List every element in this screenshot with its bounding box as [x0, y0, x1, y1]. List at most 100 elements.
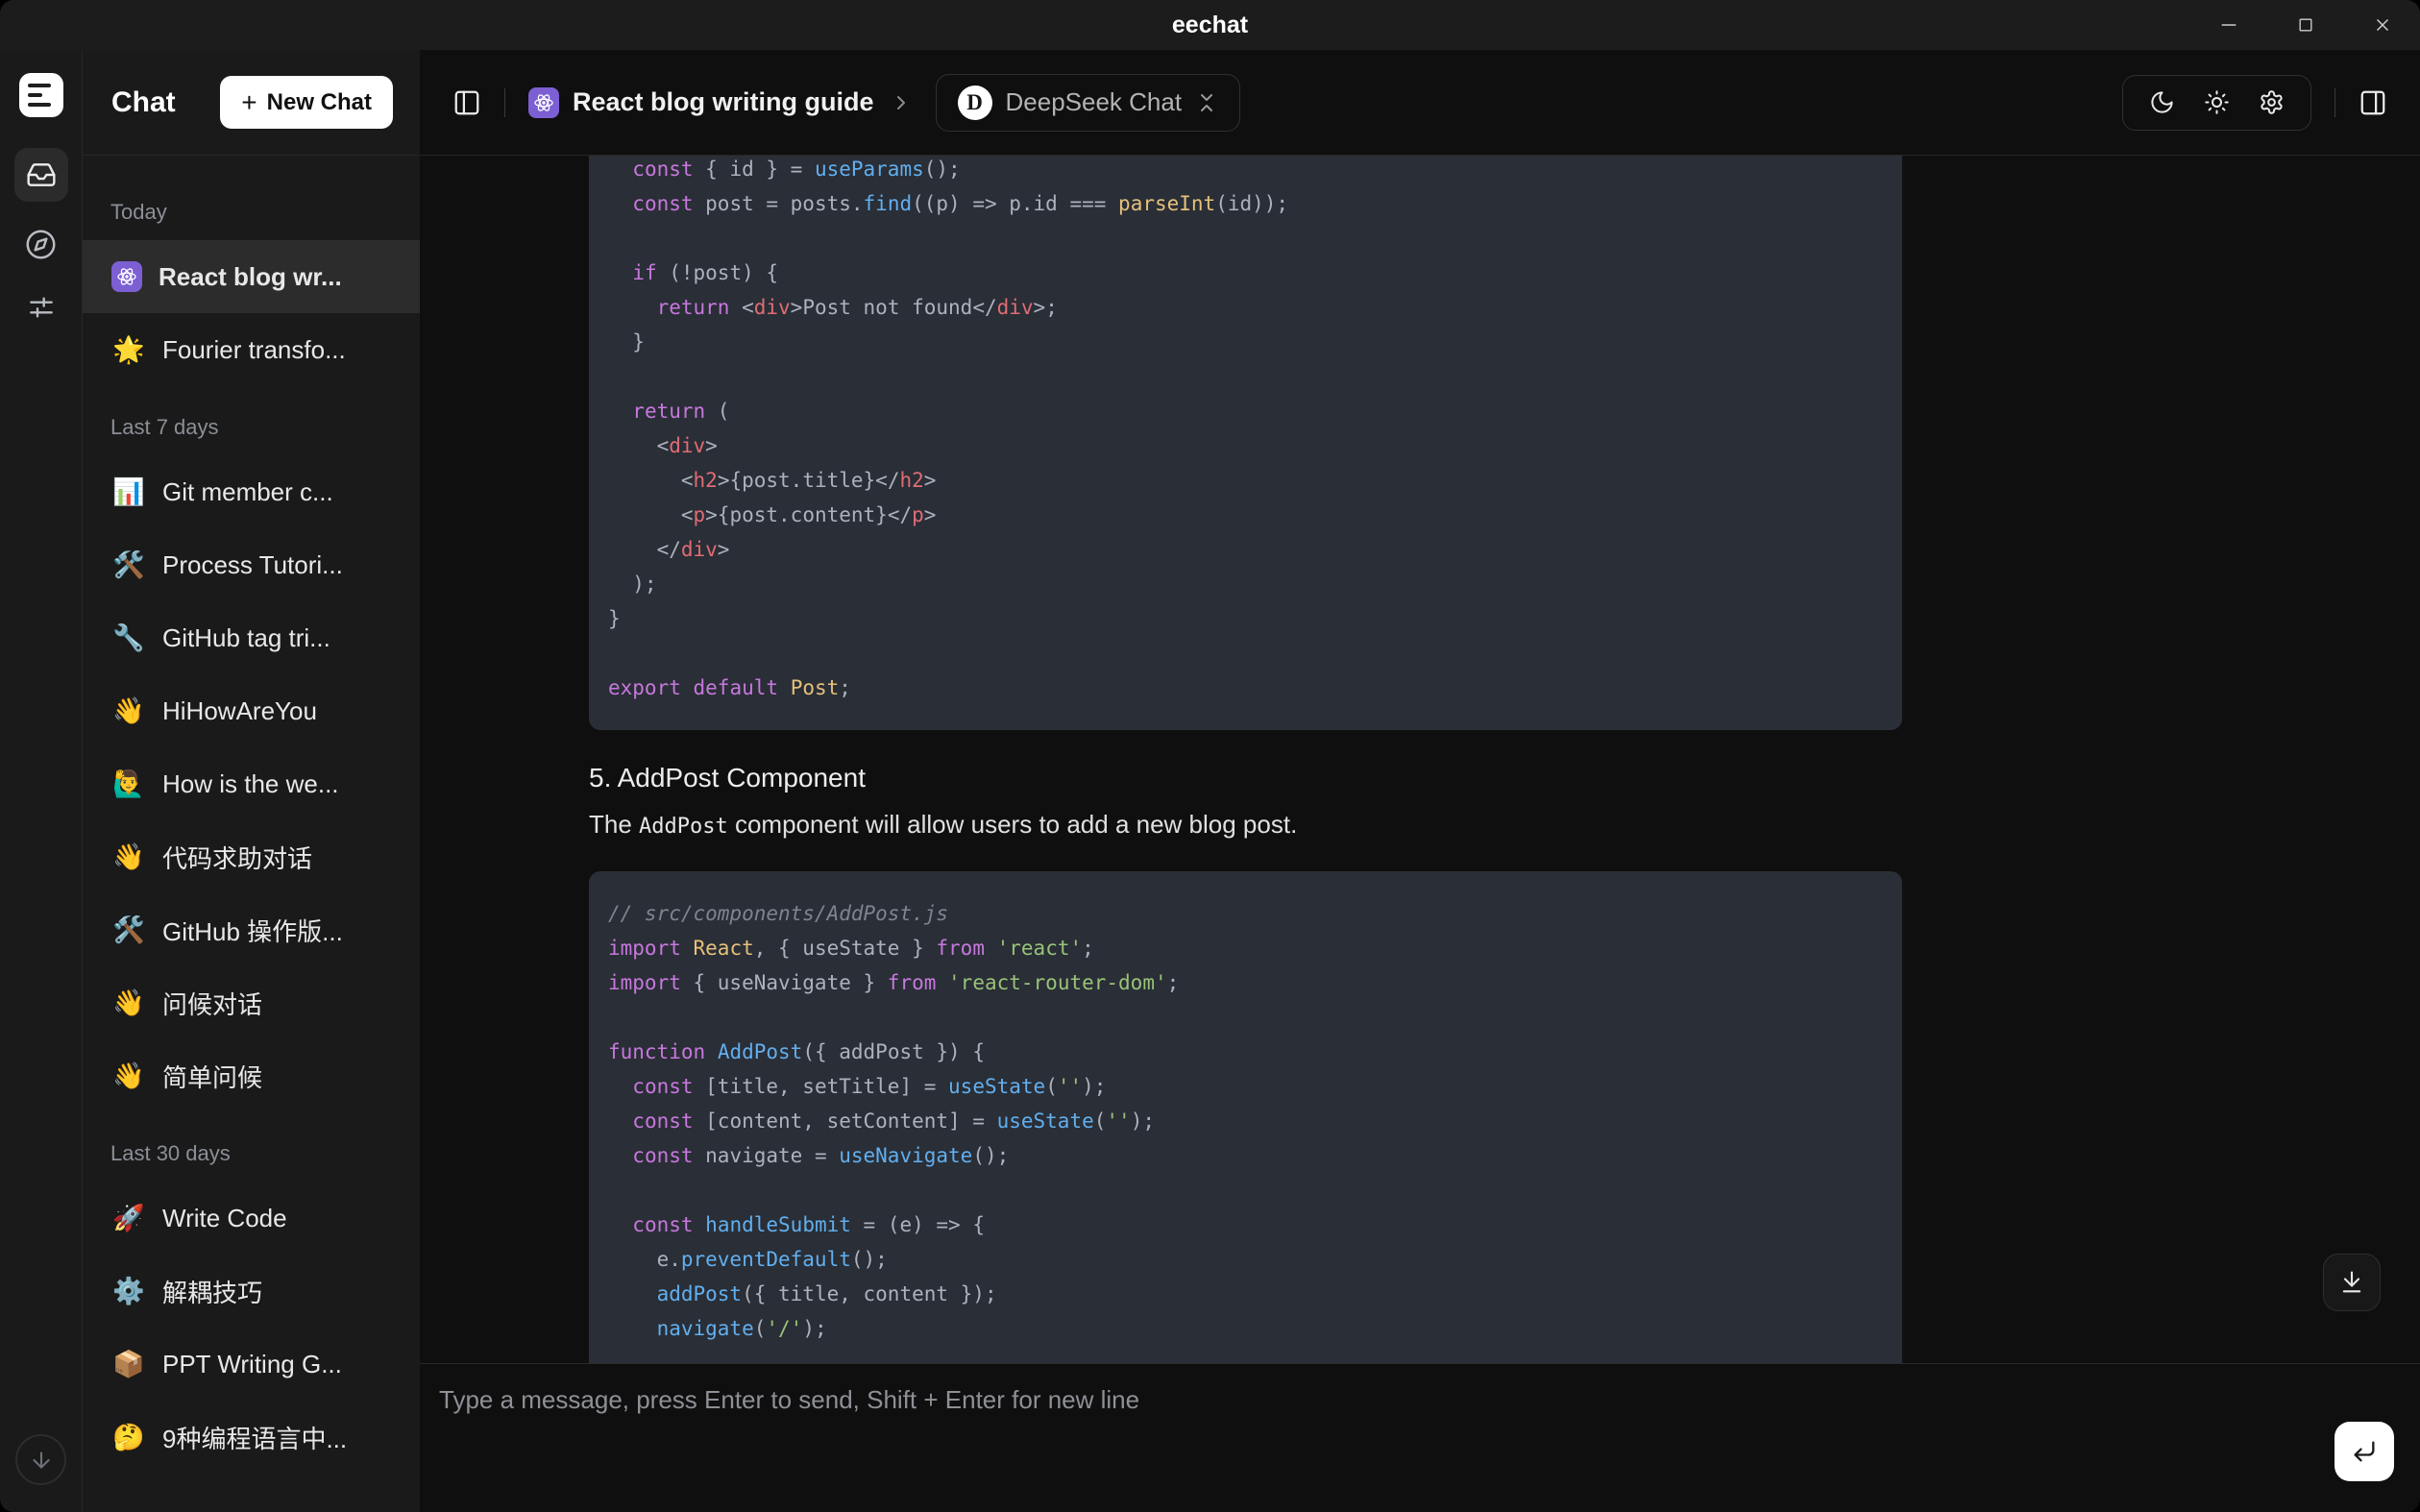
code-line: // src/components/AddPost.js	[608, 896, 1879, 931]
composer-placeholder: Type a message, press Enter to send, Shi…	[439, 1385, 2305, 1415]
model-tab-label: DeepSeek Chat	[1006, 87, 1183, 117]
code-block: const { id } = useParams(); const post =…	[589, 156, 1902, 730]
settings-rail-button[interactable]	[14, 286, 68, 329]
code-line: import React, { useState } from 'react';	[608, 931, 1879, 965]
code-line: navigate('/');	[608, 1311, 1879, 1346]
chat-list-item[interactable]: React blog wr...	[83, 240, 420, 313]
section-label: Today	[83, 156, 420, 240]
header-divider	[504, 88, 505, 117]
chat-sidebar: Chat + New Chat TodayReact blog wr...🌟Fo…	[83, 50, 420, 1512]
window-controls	[2218, 0, 2393, 50]
theme-switcher	[2122, 75, 2311, 131]
code-block: // src/components/AddPost.jsimport React…	[589, 871, 1902, 1363]
chats-inbox-button[interactable]	[14, 148, 68, 202]
chat-item-emoji: 🛠️	[111, 549, 146, 580]
chat-item-label: GitHub 操作版...	[162, 913, 343, 948]
code-line: const [content, setContent] = useState('…	[608, 1104, 1879, 1138]
panel-left-toggle-icon[interactable]	[452, 88, 481, 117]
code-line: );	[608, 567, 1879, 601]
compass-icon	[25, 229, 57, 260]
app-logo-icon[interactable]	[19, 73, 63, 117]
gear-icon	[2259, 89, 2285, 115]
moon-icon	[2149, 89, 2175, 115]
code-line: const post = posts.find((p) => p.id === …	[608, 186, 1879, 221]
sun-icon	[2204, 89, 2230, 115]
panel-right-toggle-icon[interactable]	[2359, 88, 2387, 117]
chat-item-label: How is the we...	[162, 769, 339, 799]
chat-list-item[interactable]: 📊Git member c...	[83, 455, 420, 528]
light-theme-button[interactable]	[2204, 89, 2230, 115]
plus-icon: +	[241, 89, 257, 116]
chat-item-emoji: 🙋‍♂️	[111, 768, 146, 799]
message-composer[interactable]: Type a message, press Enter to send, Shi…	[420, 1363, 2420, 1512]
chat-item-emoji: 🤔	[111, 1422, 146, 1452]
chat-item-emoji: 🚀	[111, 1203, 146, 1233]
message-scroll-area[interactable]: const { id } = useParams(); const post =…	[420, 156, 2420, 1363]
chat-item-label: 简单问候	[162, 1059, 262, 1094]
chat-item-label: PPT Writing G...	[162, 1350, 342, 1379]
section-label: Last 30 days	[83, 1112, 420, 1182]
dark-theme-button[interactable]	[2149, 89, 2175, 115]
maximize-button[interactable]	[2295, 14, 2316, 36]
new-chat-label: New Chat	[267, 89, 372, 116]
code-line: addPost({ title, content });	[608, 1277, 1879, 1311]
chat-item-emoji: 📦	[111, 1349, 146, 1379]
code-line: }	[608, 325, 1879, 359]
chat-item-label: 问候对话	[162, 986, 262, 1021]
chat-list: TodayReact blog wr...🌟Fourier transfo...…	[83, 156, 420, 1512]
chat-header: React blog writing guide D DeepSeek Chat	[420, 50, 2420, 156]
settings-button[interactable]	[2259, 89, 2285, 115]
chat-list-item[interactable]: 👋 简单问候	[83, 1039, 420, 1112]
react-atom-icon	[528, 87, 559, 118]
code-line	[608, 221, 1879, 256]
section-heading: 5. AddPost Component	[589, 763, 1902, 793]
chat-list-item[interactable]: 🔧GitHub tag tri...	[83, 601, 420, 674]
code-line: function AddPost({ addPost }) {	[608, 1035, 1879, 1069]
chat-item-emoji: 👋	[111, 988, 146, 1018]
scroll-to-bottom-button[interactable]	[2323, 1254, 2381, 1311]
model-tab[interactable]: D DeepSeek Chat	[936, 74, 1241, 132]
icon-rail	[0, 50, 83, 1512]
deepseek-logo: D	[958, 85, 992, 120]
section-label: Last 7 days	[83, 386, 420, 455]
header-divider-right	[2334, 88, 2335, 117]
chat-list-item[interactable]: 👋 问候对话	[83, 966, 420, 1039]
discover-button[interactable]	[14, 223, 68, 265]
chat-list-item[interactable]: 🛠️Process Tutori...	[83, 528, 420, 601]
chat-list-item[interactable]: 🚀Write Code	[83, 1182, 420, 1255]
sidebar-title: Chat	[111, 86, 176, 119]
chat-list-item[interactable]: 🛠️ GitHub 操作版...	[83, 893, 420, 966]
chat-list-item[interactable]: ⚙️解耦技巧	[83, 1255, 420, 1328]
new-chat-button[interactable]: + New Chat	[220, 76, 393, 129]
chat-list-item[interactable]: 👋HiHowAreYou	[83, 674, 420, 747]
send-button[interactable]	[2334, 1422, 2394, 1481]
chat-item-label: 解耦技巧	[162, 1274, 262, 1309]
close-button[interactable]	[2372, 14, 2393, 36]
chat-item-emoji: 👋	[111, 1061, 146, 1091]
code-line: }	[608, 601, 1879, 636]
assistant-message: const { id } = useParams(); const post =…	[589, 156, 1902, 1363]
sliders-icon	[26, 292, 57, 323]
titlebar: eechat	[0, 0, 2420, 50]
chat-item-emoji: 🛠️	[111, 915, 146, 945]
arrow-down-to-line-icon	[2338, 1269, 2365, 1296]
chat-item-label: 代码求助对话	[162, 840, 312, 875]
scroll-sidebar-down-button[interactable]	[15, 1434, 66, 1485]
code-line: <h2>{post.title}</h2>	[608, 463, 1879, 498]
code-line: const navigate = useNavigate();	[608, 1138, 1879, 1173]
chat-list-item[interactable]: 🌟Fourier transfo...	[83, 313, 420, 386]
chat-list-item[interactable]: 👋代码求助对话	[83, 820, 420, 893]
chat-list-item[interactable]: 🤔9种编程语言中...	[83, 1401, 420, 1474]
arrow-down-icon	[29, 1448, 54, 1473]
collapse-model-icon[interactable]	[1195, 91, 1218, 114]
chat-list-item[interactable]: 🙋‍♂️ How is the we...	[83, 747, 420, 820]
minimize-button[interactable]	[2218, 14, 2239, 36]
main-panel: React blog writing guide D DeepSeek Chat	[420, 50, 2420, 1512]
chat-item-label: GitHub tag tri...	[162, 623, 330, 653]
code-line: return <div>Post not found</div>;	[608, 290, 1879, 325]
code-line: <p>{post.content}</p>	[608, 498, 1879, 532]
code-line: return (	[608, 394, 1879, 428]
chat-list-item[interactable]: 📦 PPT Writing G...	[83, 1328, 420, 1401]
react-atom-icon	[111, 261, 142, 292]
code-line: import { useNavigate } from 'react-route…	[608, 965, 1879, 1000]
